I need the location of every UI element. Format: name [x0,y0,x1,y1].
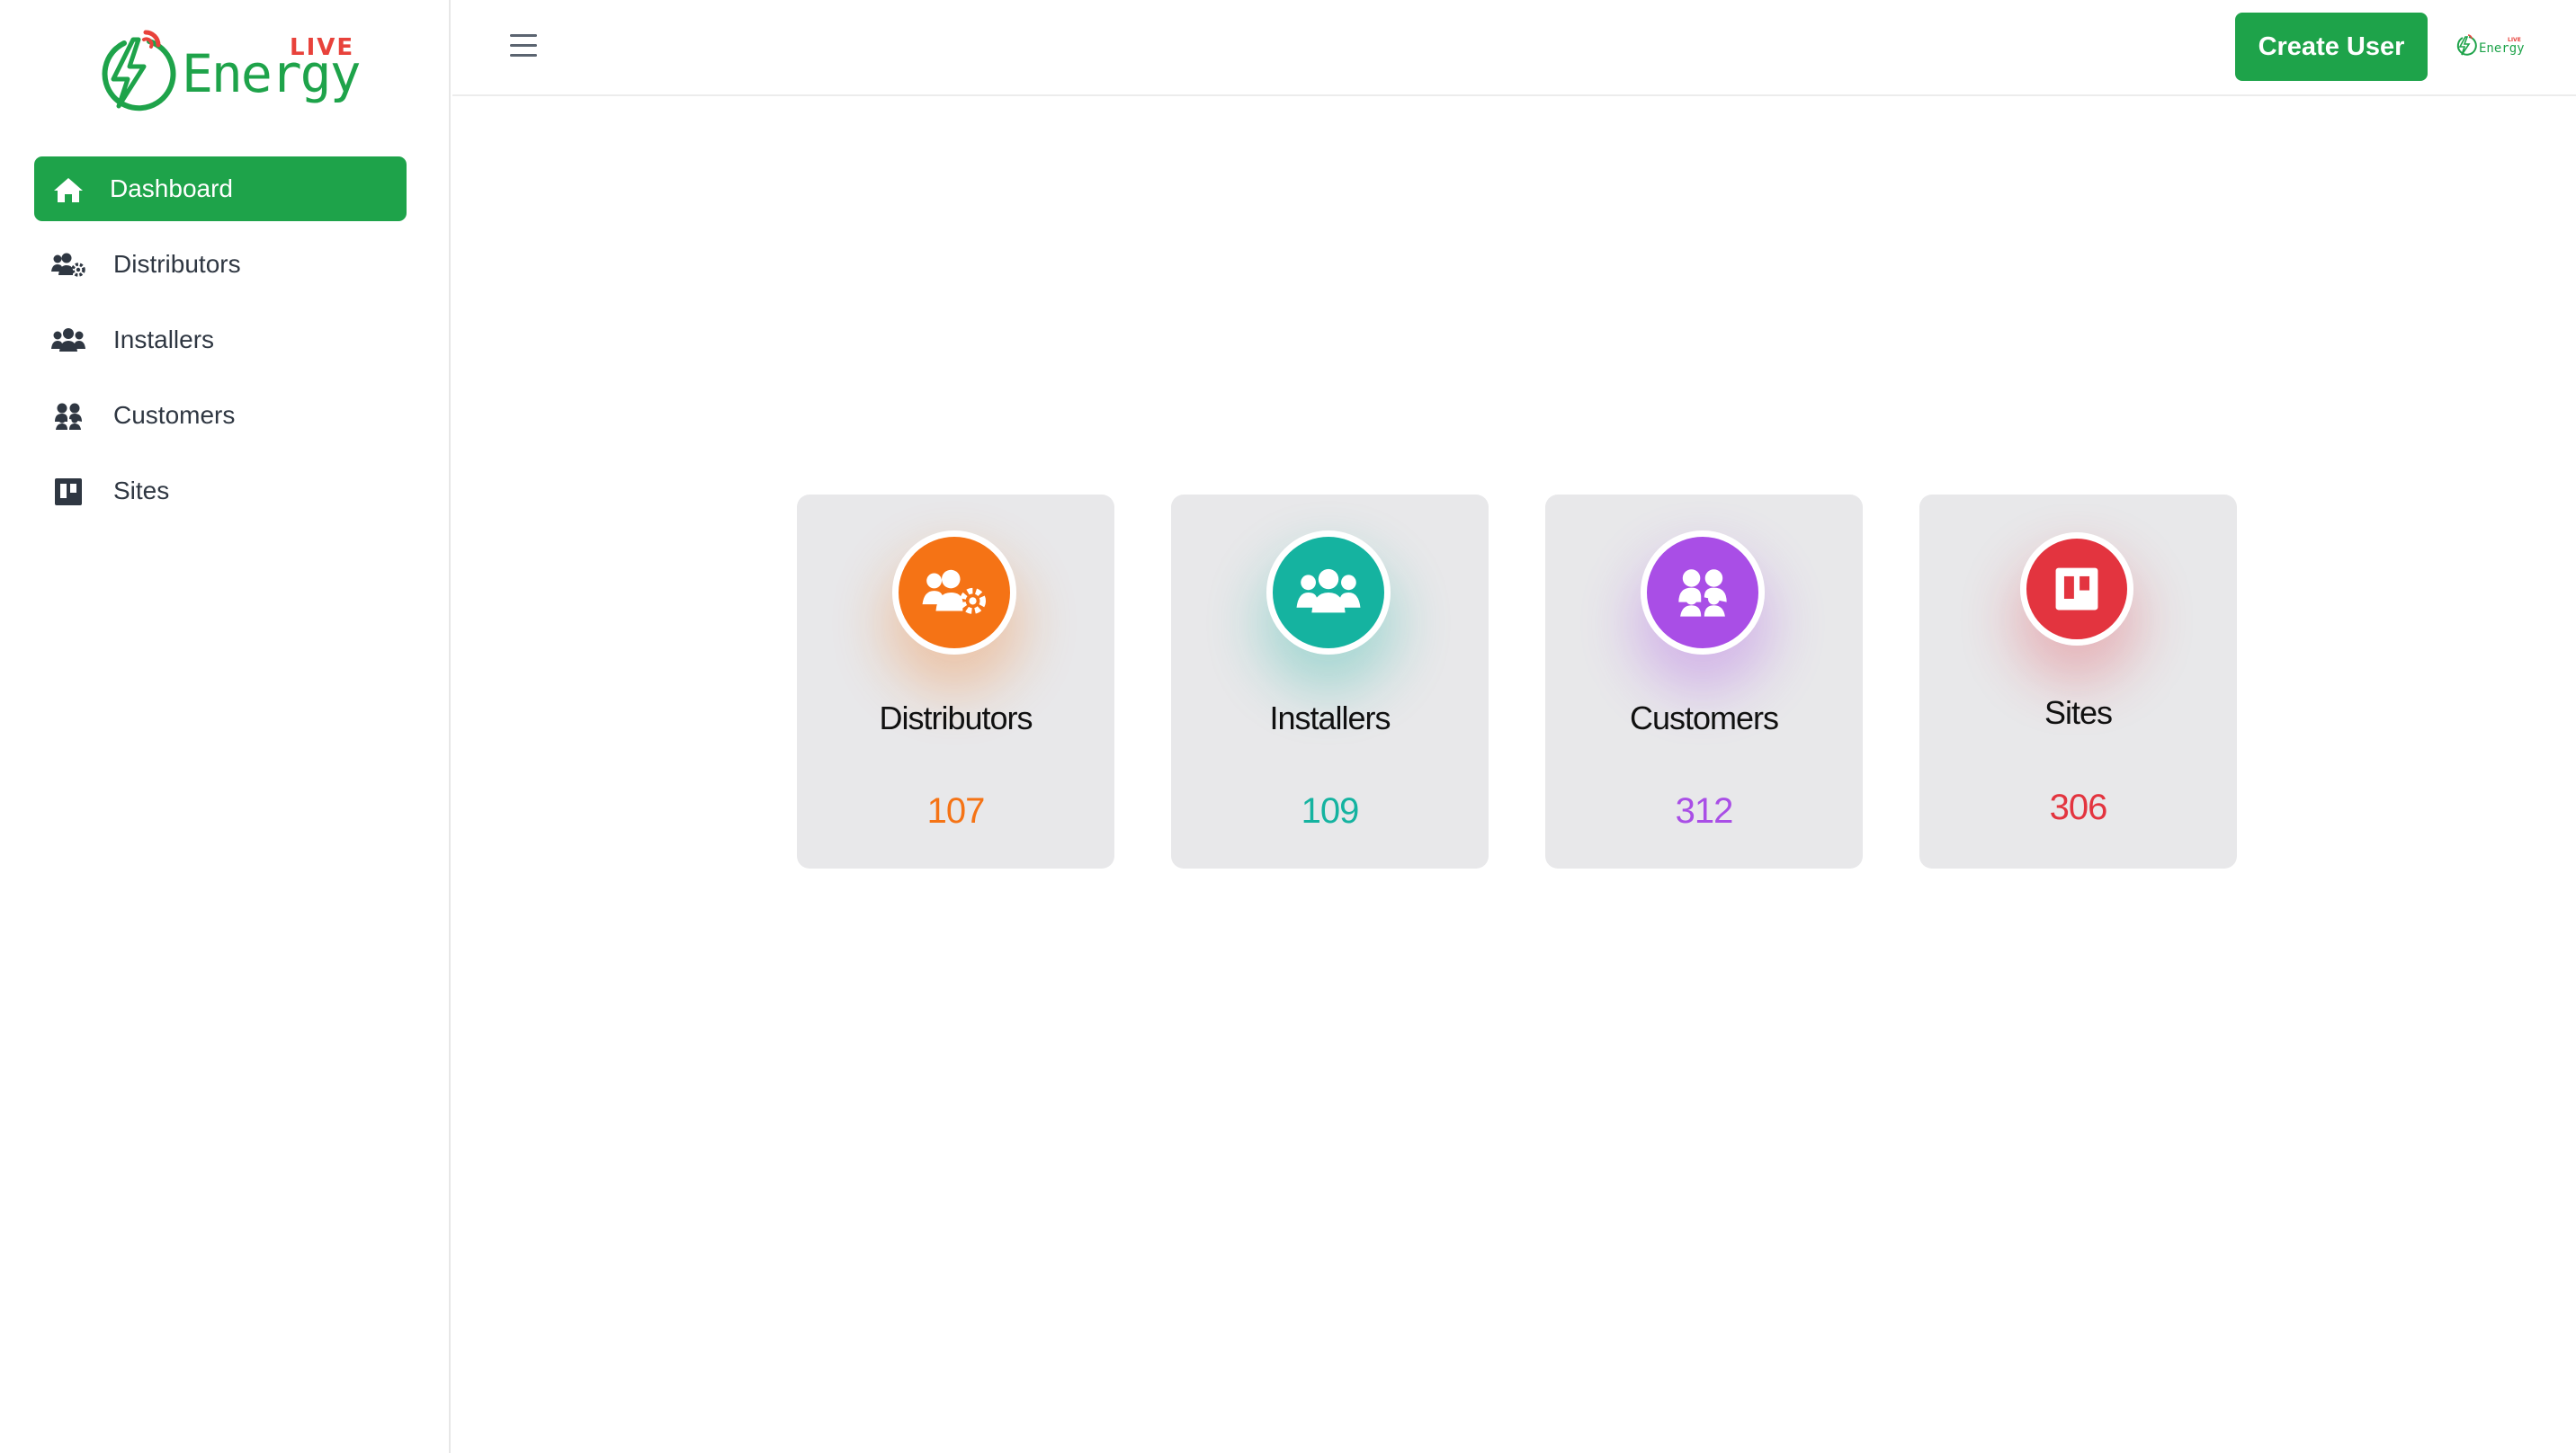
trello-icon [50,478,86,505]
sidebar: LIVE Energy Dashboard Distributors Insta… [0,0,451,1453]
customers-card[interactable]: Customers 312 [1545,495,1863,869]
sidebar-item-label: Distributors [113,250,241,278]
card-icon-glow [1641,530,1765,655]
card-title: Installers [1269,700,1391,736]
users-icon [50,327,86,354]
sidebar-item-label: Customers [113,401,236,429]
sites-card[interactable]: Sites 306 [1919,495,2237,869]
card-value: 107 [926,791,986,831]
users-cog-icon [892,530,1016,655]
brand-name: Energy [182,43,362,104]
app-root: LIVE Energy Dashboard Distributors Insta… [0,0,2576,1453]
sidebar-nav: Dashboard Distributors Installers Custom… [34,156,407,534]
energy-logo-icon: Energy LIVE [2456,34,2525,56]
sidebar-item-label: Sites [113,477,170,504]
card-title: Distributors [879,700,1033,736]
sidebar-item-sites[interactable]: Sites [34,459,407,523]
svg-text:LIVE: LIVE [2508,37,2521,43]
user-friends-icon [50,403,86,430]
installers-card[interactable]: Installers 109 [1171,495,1489,869]
hamburger-icon[interactable] [510,34,537,59]
user-friends-icon [1641,530,1765,655]
card-value: 312 [1675,791,1734,831]
trello-icon [2020,532,2133,646]
top-header: Create User Energy LIVE [452,0,2576,96]
card-title: Sites [2044,694,2113,731]
header-brand-logo[interactable]: Energy LIVE [2454,32,2526,61]
sidebar-item-label: Installers [113,325,215,353]
card-value: 306 [2049,788,2108,827]
sidebar-item-label: Dashboard [110,174,233,202]
distributors-card[interactable]: Distributors 107 [797,495,1114,869]
card-icon-glow [1266,530,1391,655]
brand-logo[interactable]: LIVE Energy [86,23,362,117]
sidebar-item-distributors[interactable]: Distributors [34,232,407,297]
users-cog-icon [50,252,86,279]
users-icon [1266,530,1391,655]
sidebar-item-installers[interactable]: Installers [34,308,407,372]
create-user-button[interactable]: Create User [2235,13,2428,81]
card-icon-glow [2020,532,2133,646]
svg-text:Energy: Energy [2479,41,2525,56]
card-title: Customers [1629,700,1779,736]
card-value: 109 [1301,791,1360,831]
home-icon [50,176,86,203]
sidebar-item-customers[interactable]: Customers [34,383,407,448]
card-icon-glow [892,530,1016,655]
sidebar-item-dashboard[interactable]: Dashboard [34,156,407,221]
